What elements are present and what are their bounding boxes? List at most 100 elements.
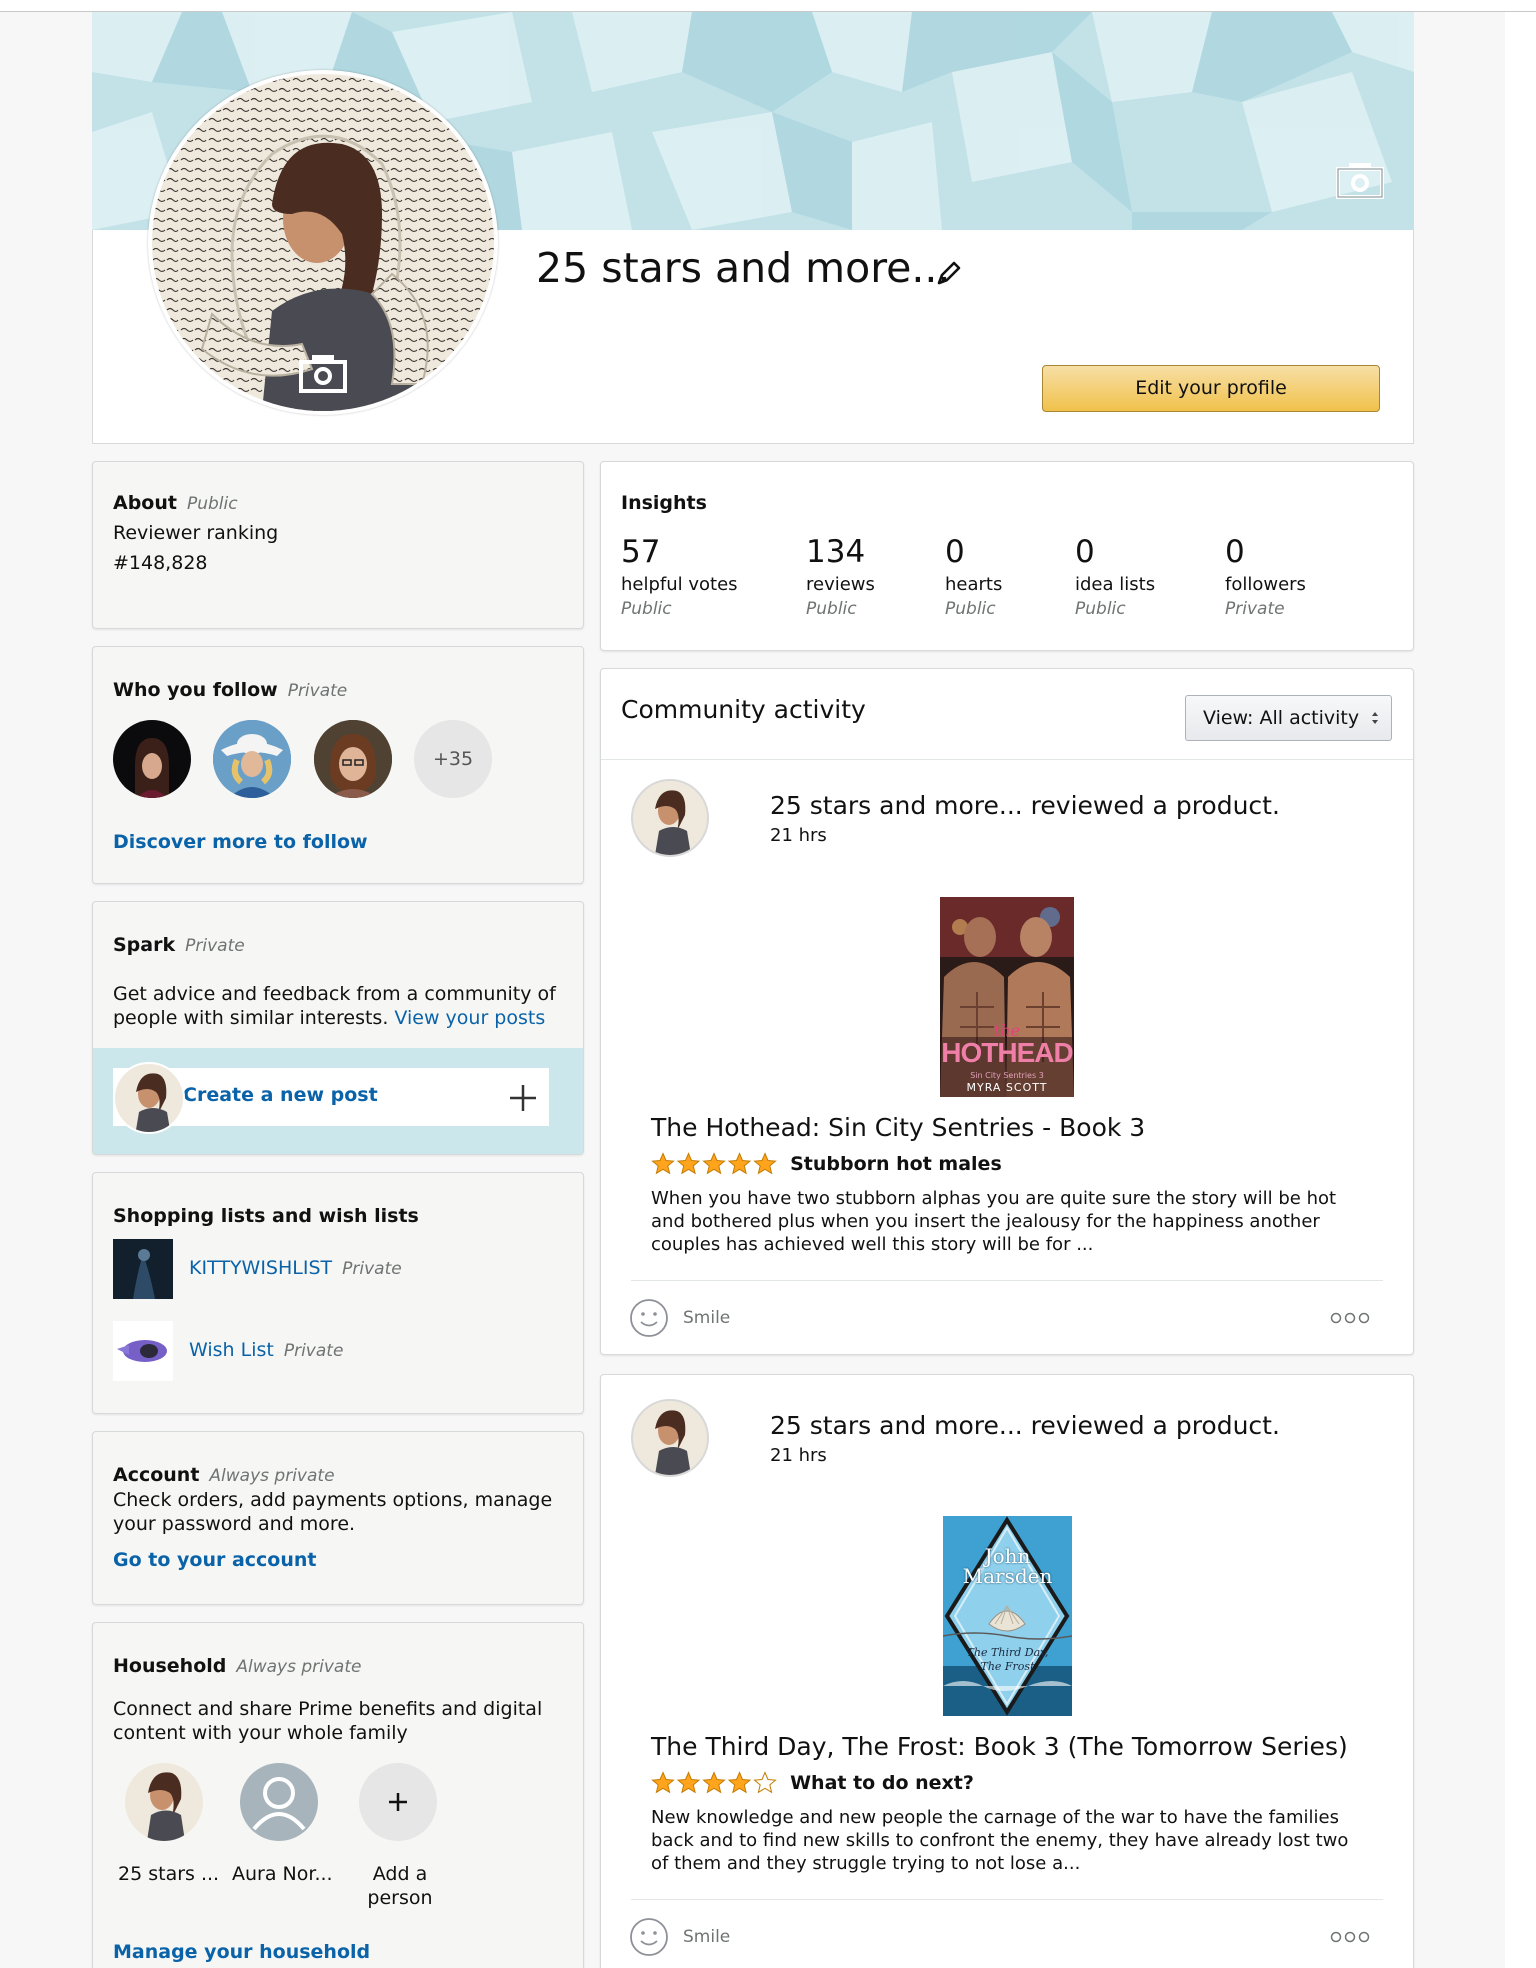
profile-name: 25 stars and more... [536,244,951,292]
manage-household-link[interactable]: Manage your household [113,1941,370,1963]
user-avatar-small [113,1062,185,1134]
insights-card: Insights 57 helpful votes Public 134 rev… [600,461,1414,651]
account-visibility: Always private [209,1466,335,1486]
post-author-avatar[interactable] [631,1399,709,1477]
lists-card: Shopping lists and wish lists KITTYWISHL… [92,1172,584,1414]
followed-avatar[interactable] [213,720,291,798]
insight-value: 57 [621,534,661,570]
cover-title: HOTHEAD [941,1037,1073,1068]
product-title[interactable]: The Hothead: Sin City Sentries - Book 3 [651,1113,1145,1142]
insight-label: idea lists [1075,574,1156,595]
insight-stat[interactable]: 0 hearts Public [945,534,1002,619]
review-rating: What to do next? [651,1771,974,1797]
followed-avatar[interactable] [314,720,392,798]
household-visibility: Always private [236,1657,362,1677]
add-person-button[interactable] [359,1763,437,1841]
post-author-avatar[interactable] [631,779,709,857]
follow-card: Who you follow Private +35 Discover more … [92,646,584,884]
sort-arrows-icon [1372,712,1378,724]
household-description: Connect and share Prime benefits and dig… [113,1698,543,1744]
camera-icon[interactable] [298,352,348,394]
about-title: About [113,492,177,514]
view-posts-link[interactable]: View your posts [394,1007,545,1029]
pencil-icon[interactable] [934,260,962,288]
cover-title-line: The Third Day, [966,1646,1049,1659]
smile-label[interactable]: Smile [683,1308,730,1328]
divider [631,1280,1383,1281]
browser-top-edge [0,0,1536,12]
review-text: When you have two stubborn alphas you ar… [651,1188,1337,1255]
insight-label: followers [1225,574,1306,595]
about-visibility: Public [186,494,238,514]
post-time: 21 hrs [770,825,827,846]
insight-visibility: Public [1075,599,1126,619]
cover-title-line: The Frost [980,1660,1035,1673]
account-card: Account Always private Check orders, add … [92,1431,584,1605]
community-activity-card: Community activity 25 stars and more... … [600,668,1414,1355]
spark-description: Get advice and feedback from a community… [113,982,563,1030]
camera-icon[interactable] [1335,160,1385,200]
household-member-avatar[interactable] [125,1763,203,1841]
more-options-icon[interactable] [1330,1311,1370,1325]
community-activity-title: Community activity [621,695,866,724]
wishlist-thumbnail[interactable] [113,1239,173,1299]
view-activity-select[interactable]: View: All activity [1185,695,1392,741]
activity-post-card: 25 stars and more... reviewed a product.… [600,1374,1414,1968]
household-member-avatar[interactable] [240,1763,318,1841]
star-rating-icon [651,1152,777,1175]
insight-label: hearts [945,574,1003,595]
cover-series: Sin City Sentries 3 [970,1071,1044,1080]
cover-title: The Third Day, The Frost [943,1646,1072,1674]
insight-visibility: Public [945,599,996,619]
discover-more-link[interactable]: Discover more to follow [113,831,368,853]
wishlist-link[interactable]: KITTYWISHLIST [189,1257,332,1279]
edit-profile-button[interactable]: Edit your profile [1042,365,1380,412]
followed-avatar[interactable] [113,720,191,798]
cover-author: MYRA SCOTT [966,1081,1048,1094]
insight-visibility: Public [621,599,672,619]
add-person-label: Add a person [367,1863,433,1909]
cover-author-first: John [984,1544,1031,1568]
insight-label: helpful votes [621,574,738,595]
insight-label: reviews [806,574,875,595]
view-activity-select-label: View: All activity [1203,707,1360,729]
wishlist-visibility: Private [283,1341,344,1361]
go-to-account-link[interactable]: Go to your account [113,1549,317,1571]
wishlist-thumbnail[interactable] [113,1321,173,1381]
ranking-label: Reviewer ranking [113,522,279,544]
spark-visibility: Private [185,936,245,956]
spark-title: Spark [113,934,176,956]
household-card: Household Always private Connect and shar… [92,1622,584,1968]
insight-visibility: Private [1225,599,1285,619]
household-member-label: 25 stars ... [118,1863,220,1885]
follow-visibility: Private [287,681,348,701]
lists-title: Shopping lists and wish lists [113,1205,419,1227]
wishlist-link[interactable]: Wish List [189,1339,274,1361]
cover-author: John Marsden [943,1546,1072,1586]
smile-icon[interactable] [629,1298,669,1338]
review-title: Stubborn hot males [790,1153,1002,1175]
more-options-icon[interactable] [1330,1930,1370,1944]
account-description: Check orders, add payments options, mana… [113,1489,553,1535]
create-post-label: Create a new post [183,1084,378,1106]
smile-label[interactable]: Smile [683,1927,730,1947]
insight-stat[interactable]: 57 helpful votes Public [621,534,738,619]
cover-author-last: Marsden [962,1564,1053,1588]
more-followed-count[interactable]: +35 [414,720,492,798]
wishlist-visibility: Private [342,1259,402,1279]
product-cover-image[interactable]: John Marsden The Third Day, The Frost [943,1516,1072,1716]
product-title[interactable]: The Third Day, The Frost: Book 3 (The To… [651,1732,1348,1761]
insight-stat[interactable]: 0 followers Private [1225,534,1306,619]
insights-title: Insights [621,492,707,514]
household-member-label: Aura Nor... [232,1863,333,1885]
insight-stat[interactable]: 0 idea lists Public [1075,534,1155,619]
product-cover-image[interactable]: the HOTHEAD Sin City Sentries 3 MYRA SCO… [940,897,1074,1097]
smile-icon[interactable] [629,1917,669,1957]
insight-stat[interactable]: 134 reviews Public [806,534,875,619]
review-text: New knowledge and new people the carnage… [651,1807,1349,1874]
insight-visibility: Public [806,599,857,619]
post-headline[interactable]: 25 stars and more... reviewed a product. [770,1411,1280,1440]
post-headline[interactable]: 25 stars and more... reviewed a product. [770,791,1280,820]
ranking-value: #148,828 [113,552,208,574]
follow-title: Who you follow [113,679,278,701]
